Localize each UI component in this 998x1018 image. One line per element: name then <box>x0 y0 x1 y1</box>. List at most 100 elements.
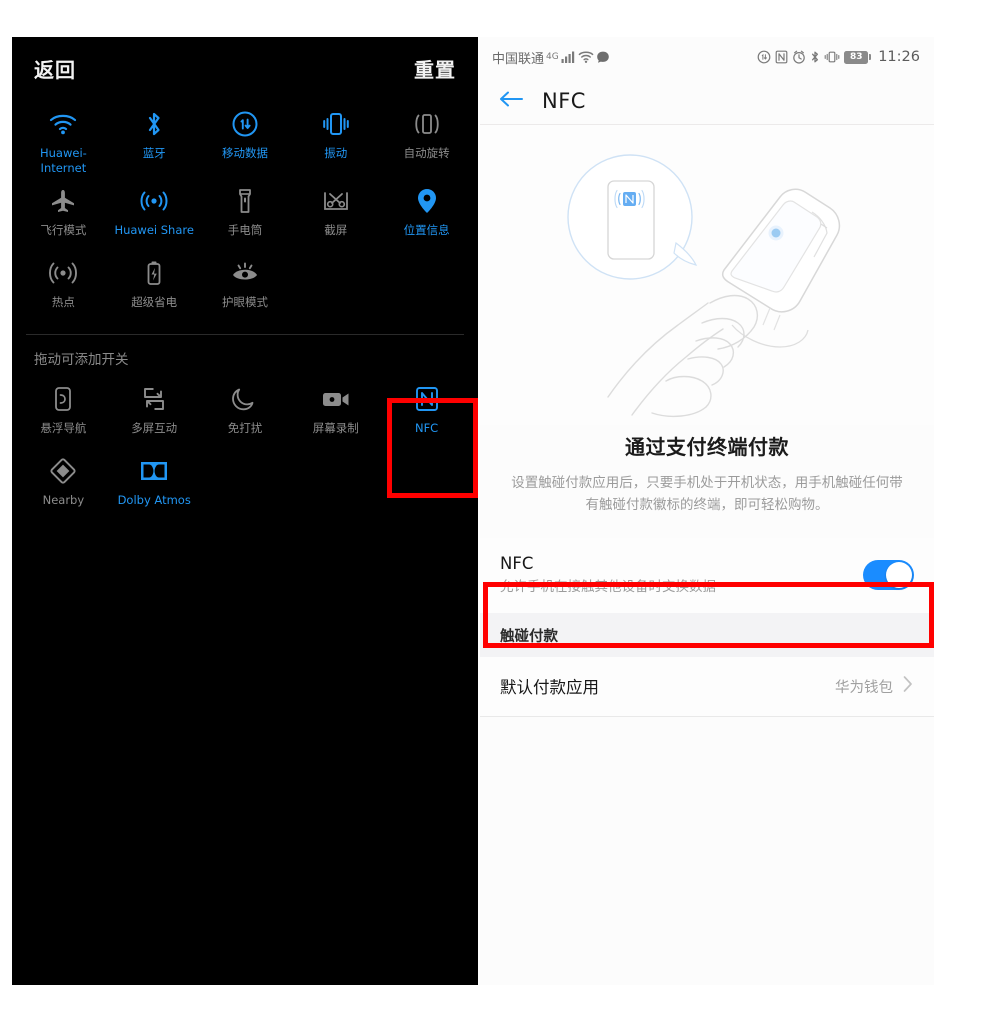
qs-tile-label: Huawei-Internet <box>39 146 87 175</box>
auto-rotate-icon <box>410 109 444 139</box>
qs-tile-label: 免打扰 <box>227 421 263 435</box>
qs-tile-label: 屏幕录制 <box>312 421 359 435</box>
page-title: NFC <box>542 88 586 113</box>
qs-tile-label: 振动 <box>324 146 348 160</box>
group-header-touch-pay: 触碰付款 <box>480 613 934 657</box>
default-payment-app-value: 华为钱包 <box>835 679 893 696</box>
wifi-icon <box>578 51 594 63</box>
ultra-power-saving-icon <box>137 258 171 288</box>
nfc-switch-knob <box>886 562 912 588</box>
nfc-toggle-title: NFC <box>500 554 534 573</box>
qs-tile-label: 手电筒 <box>227 223 263 237</box>
qs-tile-label: 截屏 <box>324 223 348 237</box>
qs-tile-flashlight[interactable]: 手电筒 <box>200 176 291 248</box>
nfc-toggle-subtitle: 允许手机在接触其他设备时交换数据 <box>500 579 716 595</box>
qs-tile-airplane-mode[interactable]: 飞行模式 <box>18 176 109 248</box>
status-bar-right: 83 11:26 <box>757 49 920 65</box>
quick-settings-drawer-grid: 悬浮导航 多屏互动 免打扰 屏幕录制 NFC Nearby Dolby Atmo… <box>12 374 478 518</box>
eye-comfort-icon <box>228 258 262 288</box>
wifi-icon <box>46 109 80 139</box>
dolby-atmos-icon <box>137 456 171 486</box>
signal-bars-icon <box>561 51 574 63</box>
nfc-switch[interactable] <box>863 560 914 590</box>
qs-tile-label: 移动数据 <box>221 146 268 160</box>
qs-tile-floating-nav[interactable]: 悬浮导航 <box>18 374 109 446</box>
qs-tile-ultra-power-saving[interactable]: 超级省电 <box>109 248 200 320</box>
status-bar-left: 中国联通 4G <box>492 48 610 67</box>
qs-tile-screenshot[interactable]: 截屏 <box>290 176 381 248</box>
battery-tip <box>869 54 872 60</box>
message-dot-icon <box>596 51 609 63</box>
drawer-section-title: 拖动可添加开关 <box>34 352 129 368</box>
quick-settings-grid: Huawei-Internet 蓝牙 移动数据 振动 自动旋转 飞行模式 Hua… <box>12 99 478 320</box>
qs-tile-label: Dolby Atmos <box>117 493 191 507</box>
qs-tile-label: 自动旋转 <box>403 146 450 160</box>
screen-recorder-icon <box>319 384 353 414</box>
hero-title: 通过支付终端付款 <box>625 435 789 459</box>
qs-tile-label: 飞行模式 <box>40 223 87 237</box>
qs-tile-dolby-atmos[interactable]: Dolby Atmos <box>109 446 200 518</box>
qs-tile-location[interactable]: 位置信息 <box>381 176 472 248</box>
reset-button[interactable]: 重置 <box>414 54 456 83</box>
status-bar: 中国联通 4G 83 11:26 <box>480 37 934 77</box>
qs-tile-nearby[interactable]: Nearby <box>18 446 109 518</box>
back-arrow-icon[interactable] <box>498 89 524 113</box>
qs-tile-multi-screen[interactable]: 多屏互动 <box>109 374 200 446</box>
multi-screen-icon <box>137 384 171 414</box>
nfc-pay-terminal-illustration <box>480 125 934 425</box>
huawei-share-icon <box>137 186 171 216</box>
qs-tile-label: 位置信息 <box>403 223 450 237</box>
qs-tile-auto-rotate[interactable]: 自动旋转 <box>381 99 472 176</box>
carrier-name: 中国联通 <box>492 51 545 67</box>
qs-tile-label: 蓝牙 <box>142 146 166 160</box>
vibrate-icon <box>824 51 840 63</box>
bluetooth-icon <box>812 51 819 63</box>
nfc-icon <box>410 384 444 414</box>
qs-tile-do-not-disturb[interactable]: 免打扰 <box>200 374 291 446</box>
qs-tile-huawei-share[interactable]: Huawei Share <box>109 176 200 248</box>
default-payment-app-row[interactable]: 默认付款应用 华为钱包 <box>480 657 934 717</box>
clock: 11:26 <box>878 49 920 65</box>
data-saver-icon <box>757 50 771 64</box>
network-type-label: 4G <box>546 52 559 62</box>
qs-tile-label: 悬浮导航 <box>40 421 87 435</box>
nfc-icon <box>775 50 788 64</box>
qs-tile-mobile-data[interactable]: 移动数据 <box>200 99 291 176</box>
mobile-data-icon <box>228 109 262 139</box>
qs-tile-label: 护眼模式 <box>221 295 268 309</box>
qs-tile-screen-recorder[interactable]: 屏幕录制 <box>290 374 381 446</box>
qs-tile-vibrate[interactable]: 振动 <box>290 99 381 176</box>
qs-tile-label: 多屏互动 <box>131 421 178 435</box>
do-not-disturb-icon <box>228 384 262 414</box>
hero-description: 设置触碰付款应用后，只要手机处于开机状态，用手机触碰任何带有触碰付款徽标的终端，… <box>511 475 903 513</box>
airplane-mode-icon <box>46 186 80 216</box>
screenshot-icon <box>319 186 353 216</box>
nfc-settings-panel: 中国联通 4G 83 11:26 NFC 通过支付终端付款 设置触碰付款应用后，… <box>480 37 934 985</box>
default-payment-app-label: 默认付款应用 <box>500 678 599 697</box>
qs-tile-wifi[interactable]: Huawei-Internet <box>18 99 109 176</box>
battery-indicator: 83 <box>844 50 872 64</box>
screenshot-canvas: 返回 重置 Huawei-Internet 蓝牙 移动数据 振动 自动旋转 飞行… <box>0 0 998 1018</box>
qs-tile-hotspot[interactable]: 热点 <box>18 248 109 320</box>
flashlight-icon <box>228 186 262 216</box>
app-bar: NFC <box>480 77 934 125</box>
qs-tile-nfc[interactable]: NFC <box>381 374 472 446</box>
nearby-icon <box>46 456 80 486</box>
qs-tile-eye-comfort[interactable]: 护眼模式 <box>200 248 291 320</box>
alarm-icon <box>793 50 806 64</box>
qs-tile-label: 超级省电 <box>131 295 178 309</box>
location-icon <box>410 186 444 216</box>
nfc-toggle-text: NFC 允许手机在接触其他设备时交换数据 <box>500 552 716 598</box>
nfc-toggle-row[interactable]: NFC 允许手机在接触其他设备时交换数据 <box>480 538 934 613</box>
back-button[interactable]: 返回 <box>34 54 76 83</box>
quick-settings-panel: 返回 重置 Huawei-Internet 蓝牙 移动数据 振动 自动旋转 飞行… <box>12 37 478 985</box>
hotspot-icon <box>46 258 80 288</box>
vibrate-icon <box>319 109 353 139</box>
default-payment-app-right: 华为钱包 <box>835 674 914 698</box>
qs-tile-bluetooth[interactable]: 蓝牙 <box>109 99 200 176</box>
qs-tile-label: 热点 <box>51 295 75 309</box>
qs-tile-label: Nearby <box>42 493 85 507</box>
bluetooth-icon <box>137 109 171 139</box>
quick-settings-header: 返回 重置 <box>12 37 478 99</box>
floating-nav-icon <box>46 384 80 414</box>
